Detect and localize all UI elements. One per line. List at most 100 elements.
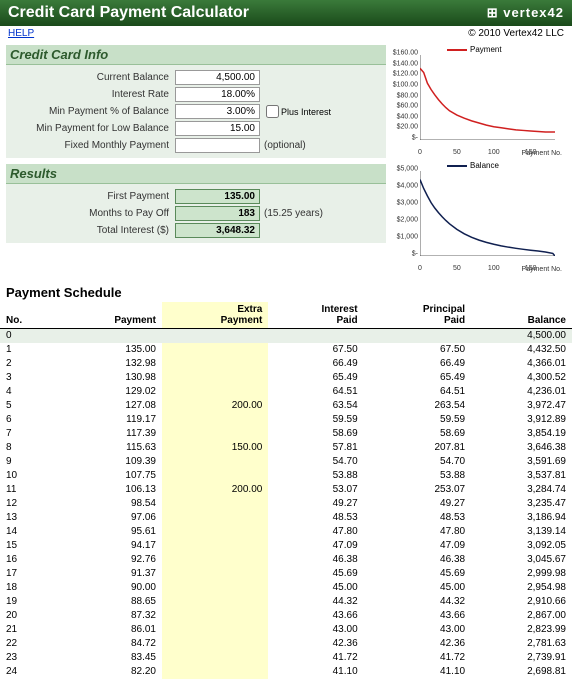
cell-interest: 47.80 <box>268 525 363 539</box>
cell-extra <box>162 357 268 371</box>
table-row: 2284.7242.3642.362,781.63 <box>0 637 572 651</box>
cell-balance: 3,284.74 <box>471 483 572 497</box>
total-interest-value: 3,648.32 <box>175 223 260 238</box>
cell-principal: 43.00 <box>364 623 471 637</box>
cell-extra <box>162 553 268 567</box>
y-tick: $20.00 <box>397 124 418 131</box>
cell-principal: 46.38 <box>364 553 471 567</box>
cell-balance: 4,300.52 <box>471 371 572 385</box>
cell-principal: 43.66 <box>364 609 471 623</box>
cell-extra: 200.00 <box>162 399 268 413</box>
cell-principal: 253.07 <box>364 483 471 497</box>
chart-legend: Payment <box>447 45 502 54</box>
cell-principal: 58.69 <box>364 427 471 441</box>
copyright-text: © 2010 Vertex42 LLC <box>468 28 564 39</box>
app-title: Credit Card Payment Calculator <box>8 4 249 22</box>
cell-interest: 43.00 <box>268 623 363 637</box>
table-row: 2383.4541.7241.722,739.91 <box>0 651 572 665</box>
cell-payment: 90.00 <box>56 581 162 595</box>
table-row: 1495.6147.8047.803,139.14 <box>0 525 572 539</box>
help-link[interactable]: HELP <box>8 28 34 39</box>
cell-no: 21 <box>0 623 56 637</box>
table-row: 6119.1759.5959.593,912.89 <box>0 413 572 427</box>
x-axis-label: Payment No. <box>522 150 562 157</box>
cell-interest: 49.27 <box>268 497 363 511</box>
table-row: 1692.7646.3846.383,045.67 <box>0 553 572 567</box>
cell-extra <box>162 455 268 469</box>
min-pct-label: Min Payment % of Balance <box>10 106 175 117</box>
cell-no: 14 <box>0 525 56 539</box>
cell-interest: 54.70 <box>268 455 363 469</box>
y-tick: $40.00 <box>397 113 418 120</box>
cell-extra <box>162 329 268 343</box>
cell-interest: 63.54 <box>268 399 363 413</box>
y-tick: $60.00 <box>397 103 418 110</box>
cell-no: 16 <box>0 553 56 567</box>
cell-no: 9 <box>0 455 56 469</box>
min-low-input[interactable] <box>175 121 260 136</box>
cell-principal: 53.88 <box>364 469 471 483</box>
cell-payment: 98.54 <box>56 497 162 511</box>
cell-interest: 53.07 <box>268 483 363 497</box>
cell-no: 3 <box>0 371 56 385</box>
min-pct-input[interactable] <box>175 104 260 119</box>
interest-rate-input[interactable] <box>175 87 260 102</box>
payment-chart: Payment$160.00$140.00$120.00$100.00$80.0… <box>392 45 562 155</box>
plus-interest-checkbox[interactable] <box>266 105 279 118</box>
cell-principal <box>364 329 471 343</box>
cell-no: 20 <box>0 609 56 623</box>
cell-no: 12 <box>0 497 56 511</box>
cell-no: 15 <box>0 539 56 553</box>
cell-payment: 95.61 <box>56 525 162 539</box>
plus-interest-label: Plus Interest <box>281 107 331 117</box>
cell-no: 13 <box>0 511 56 525</box>
cell-extra <box>162 651 268 665</box>
cell-extra <box>162 385 268 399</box>
cell-extra <box>162 469 268 483</box>
cell-principal: 263.54 <box>364 399 471 413</box>
table-row: 1890.0045.0045.002,954.98 <box>0 581 572 595</box>
fixed-label: Fixed Monthly Payment <box>10 140 175 151</box>
cell-payment: 115.63 <box>56 441 162 455</box>
y-tick: $4,000 <box>397 183 418 190</box>
cell-extra <box>162 567 268 581</box>
cell-no: 7 <box>0 427 56 441</box>
current-balance-input[interactable] <box>175 70 260 85</box>
y-tick: $120.00 <box>393 71 418 78</box>
cell-balance: 3,139.14 <box>471 525 572 539</box>
cell-balance: 2,823.99 <box>471 623 572 637</box>
cell-no: 6 <box>0 413 56 427</box>
cell-principal: 41.72 <box>364 651 471 665</box>
cell-principal: 47.80 <box>364 525 471 539</box>
cell-interest: 42.36 <box>268 637 363 651</box>
cell-no: 17 <box>0 567 56 581</box>
cell-interest: 44.32 <box>268 595 363 609</box>
cell-payment: 82.20 <box>56 665 162 679</box>
cell-no: 8 <box>0 441 56 455</box>
chart-legend: Balance <box>447 161 499 170</box>
cell-no: 18 <box>0 581 56 595</box>
months-label: Months to Pay Off <box>10 208 175 219</box>
cell-balance: 2,781.63 <box>471 637 572 651</box>
total-interest-label: Total Interest ($) <box>10 225 175 236</box>
cell-payment: 92.76 <box>56 553 162 567</box>
table-row: 7117.3958.6958.693,854.19 <box>0 427 572 441</box>
cell-balance: 4,236.01 <box>471 385 572 399</box>
cell-interest: 47.09 <box>268 539 363 553</box>
cell-interest: 41.72 <box>268 651 363 665</box>
cell-interest: 64.51 <box>268 385 363 399</box>
cell-principal: 49.27 <box>364 497 471 511</box>
fixed-input[interactable] <box>175 138 260 153</box>
cell-balance: 4,500.00 <box>471 329 572 343</box>
col-no: No. <box>0 302 56 329</box>
cell-no: 1 <box>0 343 56 357</box>
cell-balance: 3,092.05 <box>471 539 572 553</box>
results-section: Results First Payment 135.00 Months to P… <box>6 164 386 243</box>
cell-extra <box>162 595 268 609</box>
min-low-label: Min Payment for Low Balance <box>10 123 175 134</box>
col-principal: Principal Paid <box>364 302 471 329</box>
cell-no: 5 <box>0 399 56 413</box>
cell-extra <box>162 427 268 441</box>
cell-balance: 4,432.50 <box>471 343 572 357</box>
cell-balance: 3,537.81 <box>471 469 572 483</box>
